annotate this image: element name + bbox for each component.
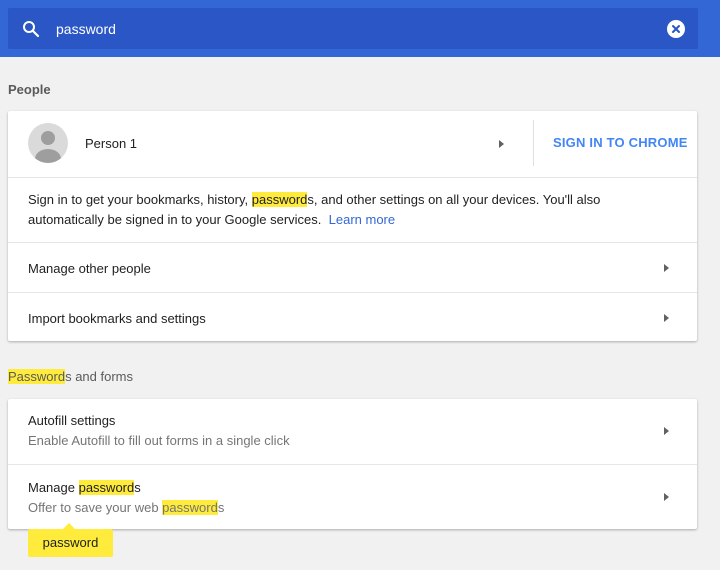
search-match-tooltip: password (28, 529, 113, 557)
person-name: Person 1 (85, 136, 138, 151)
search-icon (22, 20, 40, 38)
desc-part: Offer to save your web (28, 500, 163, 515)
label-part: Manage (28, 480, 79, 495)
chevron-right-icon[interactable] (499, 140, 504, 148)
search-highlight: password (162, 500, 218, 515)
passwords-section-title: Passwords and forms (8, 369, 133, 384)
autofill-settings-label: Autofill settings (28, 413, 116, 428)
section-title-rest: s and forms (65, 369, 133, 384)
desc-part: s (217, 500, 225, 515)
search-highlight: password (78, 480, 135, 495)
label-part: s (134, 480, 141, 495)
chevron-right-icon (664, 314, 669, 322)
people-section-title: People (8, 82, 51, 97)
info-text-part: Sign in to get your bookmarks, history, (28, 192, 252, 207)
chevron-right-icon (664, 427, 669, 435)
import-bookmarks-row[interactable]: Import bookmarks and settings (8, 292, 697, 341)
import-bookmarks-label: Import bookmarks and settings (28, 311, 206, 326)
search-box[interactable] (8, 8, 698, 49)
search-header (0, 0, 720, 57)
manage-passwords-description: Offer to save your web passwords (28, 500, 224, 515)
autofill-settings-description: Enable Autofill to fill out forms in a s… (28, 433, 290, 448)
chevron-right-icon (664, 264, 669, 272)
manage-passwords-row[interactable]: Manage passwords Offer to save your web … (8, 464, 697, 529)
clear-search-icon[interactable] (667, 20, 685, 38)
autofill-settings-row[interactable]: Autofill settings Enable Autofill to fil… (8, 399, 697, 464)
people-card: Person 1 SIGN IN TO CHROME Sign in to ge… (8, 111, 697, 341)
sign-in-info-row: Sign in to get your bookmarks, history, … (8, 177, 697, 242)
search-input[interactable] (54, 17, 658, 41)
divider (533, 120, 534, 166)
passwords-card: Autofill settings Enable Autofill to fil… (8, 399, 697, 529)
chevron-right-icon (664, 493, 669, 501)
sign-in-to-chrome-button[interactable]: SIGN IN TO CHROME (553, 135, 688, 150)
manage-passwords-label: Manage passwords (28, 480, 141, 495)
sign-in-info-text: Sign in to get your bookmarks, history, … (28, 190, 668, 230)
manage-other-people-label: Manage other people (28, 261, 151, 276)
avatar-icon (28, 123, 68, 163)
manage-other-people-row[interactable]: Manage other people (8, 242, 697, 292)
learn-more-link[interactable]: Learn more (329, 212, 395, 227)
search-highlight: Password (8, 369, 66, 384)
search-highlight: password (251, 192, 308, 207)
person-row[interactable]: Person 1 SIGN IN TO CHROME (8, 111, 697, 177)
